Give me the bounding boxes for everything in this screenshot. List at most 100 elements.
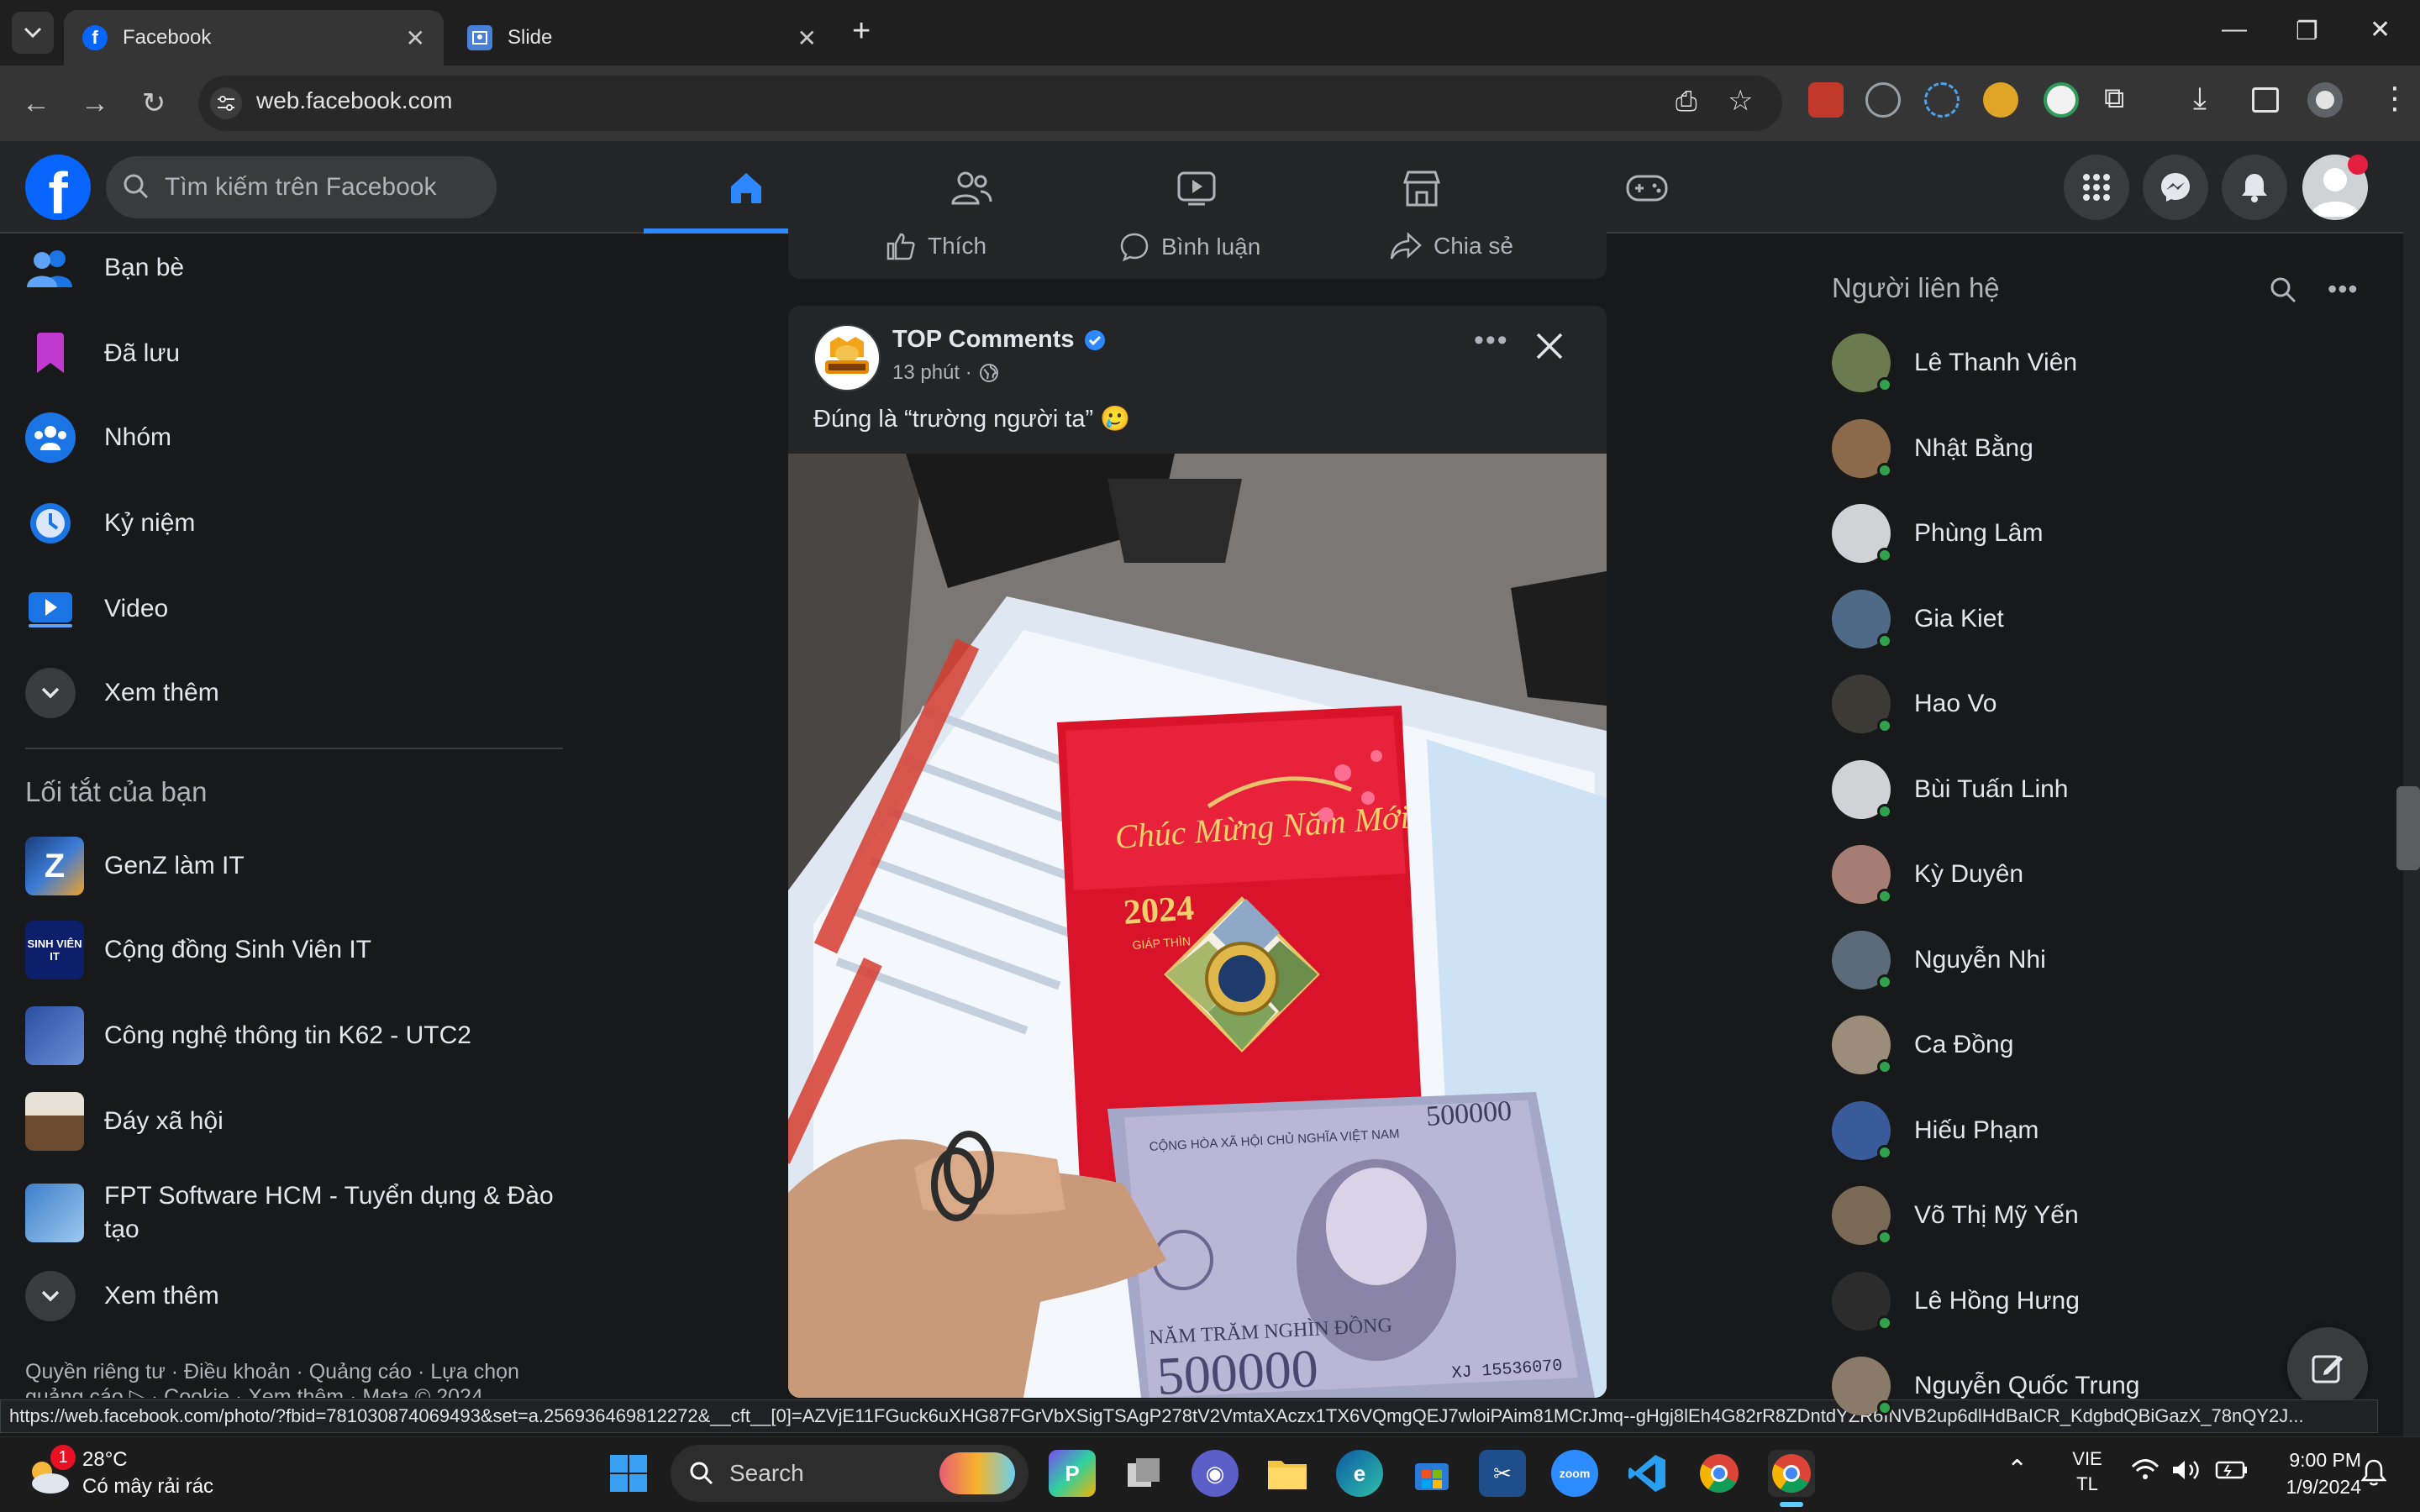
contact-item[interactable]: Hao Vo	[1832, 674, 1996, 734]
chevron-down-icon	[24, 27, 42, 39]
contacts-more-icon[interactable]: •••	[2328, 274, 2359, 305]
sidebar-item-video[interactable]: Video	[25, 580, 168, 638]
contact-item[interactable]: Nguyễn Nhi	[1832, 930, 2046, 990]
chrome-icon[interactable]	[1696, 1450, 1743, 1497]
nav-watch-icon[interactable]	[1173, 165, 1220, 212]
profile-avatar-icon[interactable]	[2307, 82, 2343, 118]
shortcut-item[interactable]: FPT Software HCM - Tuyển dụng & Đào tạo	[25, 1178, 558, 1248]
back-icon[interactable]: ←	[17, 84, 55, 123]
edge-icon[interactable]: e	[1336, 1450, 1383, 1497]
close-window-icon[interactable]: ✕	[2370, 15, 2391, 45]
sidebar-item-groups[interactable]: Nhóm	[25, 408, 171, 467]
snipping-tool-icon[interactable]: ✂	[1479, 1450, 1526, 1497]
comment-button[interactable]: Bình luận	[1119, 232, 1260, 262]
install-app-icon[interactable]: ⎙	[1676, 86, 1697, 118]
post-author[interactable]: TOP Comments	[892, 326, 1106, 354]
contact-item[interactable]: Kỳ Duyên	[1832, 844, 2023, 905]
tab-search-button[interactable]	[12, 12, 54, 54]
new-tab-button[interactable]: +	[852, 13, 871, 50]
bookmark-star-icon[interactable]: ☆	[1728, 84, 1753, 118]
post-text: Đúng là “trường người ta” 🥲	[813, 406, 1131, 433]
reload-icon[interactable]: ↻	[134, 84, 173, 123]
post-photo[interactable]: Chúc Mừng Năm Mới 2024 GIÁP THÌN CỘNG HÒ…	[788, 454, 1607, 1398]
contact-item[interactable]: Lê Thanh Viên	[1832, 333, 2077, 393]
nav-gaming-icon[interactable]	[1623, 165, 1670, 212]
footer-links[interactable]: Quyền riêng tư · Điều khoản · Quảng cáo …	[25, 1359, 563, 1398]
windows-start-icon[interactable]	[605, 1450, 652, 1497]
messenger-icon[interactable]	[2143, 155, 2208, 220]
contact-item[interactable]: Hiếu Phạm	[1832, 1100, 2039, 1161]
contact-item[interactable]: Võ Thị Mỹ Yến	[1832, 1185, 2079, 1246]
chrome-menu-icon[interactable]: ⋮	[2380, 81, 2410, 116]
shortcut-item[interactable]: Đáy xã hội	[25, 1092, 224, 1151]
minimize-icon[interactable]: —	[2222, 15, 2247, 44]
tray-overflow-icon[interactable]: ⌃	[2007, 1455, 2028, 1484]
side-panel-icon[interactable]	[2252, 87, 2279, 113]
nav-marketplace-icon[interactable]	[1398, 165, 1445, 212]
scrollbar-thumb[interactable]	[2396, 786, 2420, 870]
taskbar-search[interactable]: Search	[671, 1445, 1028, 1502]
contact-avatar	[1832, 675, 1892, 733]
video-icon	[25, 584, 76, 634]
sidebar-item-friends[interactable]: Bạn bè	[25, 239, 184, 297]
notification-center-icon[interactable]	[2360, 1458, 2387, 1491]
forward-icon[interactable]: →	[76, 84, 114, 123]
task-view-icon[interactable]	[1121, 1450, 1168, 1497]
contact-item[interactable]: Lê Hồng Hưng	[1832, 1271, 2080, 1331]
clock[interactable]: 9:00 PM 1/9/2024	[2260, 1446, 2361, 1500]
nav-home-icon[interactable]	[723, 165, 770, 212]
post-meta[interactable]: 13 phút ·	[892, 361, 999, 385]
tab-facebook[interactable]: f Facebook ✕	[64, 10, 444, 66]
vscode-icon[interactable]	[1623, 1450, 1670, 1497]
copilot-icon[interactable]: P	[1049, 1450, 1096, 1497]
volume-icon[interactable]	[2171, 1458, 2202, 1486]
compose-message-button[interactable]	[2287, 1327, 2368, 1408]
downloads-icon[interactable]: ⤓	[2193, 81, 2207, 117]
input-language[interactable]: VIE TL	[2062, 1446, 2112, 1497]
post-close-icon[interactable]	[1534, 331, 1565, 365]
contacts-search-icon[interactable]	[2269, 276, 2297, 304]
weather-widget[interactable]: 1 28°C Có mây rải rác	[17, 1441, 235, 1507]
close-icon[interactable]: ✕	[406, 24, 425, 52]
post-more-icon[interactable]: •••	[1474, 324, 1509, 357]
contact-item[interactable]: Phùng Lâm	[1832, 503, 2043, 564]
contact-avatar	[1832, 590, 1892, 648]
site-info-icon[interactable]	[210, 87, 242, 119]
shortcut-item[interactable]: Công nghệ thông tin K62 - UTC2	[25, 1006, 471, 1065]
wifi-icon[interactable]	[2131, 1458, 2160, 1488]
contact-item[interactable]: Bùi Tuấn Linh	[1832, 759, 2068, 820]
extensions-puzzle-icon[interactable]: ⧉	[2104, 82, 2124, 115]
extension-coin-icon[interactable]	[1983, 82, 2018, 118]
chrome-active-icon[interactable]	[1768, 1450, 1815, 1497]
meet-icon[interactable]: ◉	[1192, 1450, 1239, 1497]
extension-react-icon[interactable]	[1924, 82, 1960, 118]
contact-item[interactable]: Gia Kiet	[1832, 589, 2004, 649]
extension-red-icon[interactable]	[1808, 82, 1844, 118]
menu-grid-icon[interactable]	[2064, 155, 2129, 220]
tab-slide[interactable]: Slide ✕	[449, 10, 835, 66]
contact-item[interactable]: Ca Đồng	[1832, 1015, 2013, 1075]
nav-friends-icon[interactable]	[948, 165, 995, 212]
online-status-dot	[1877, 1230, 1892, 1245]
shortcut-item[interactable]: Z GenZ làm IT	[25, 837, 245, 895]
facebook-logo-icon[interactable]: f	[25, 155, 91, 220]
restore-icon[interactable]: ❐	[2296, 17, 2318, 46]
contact-item[interactable]: Nguyễn Quốc Trung	[1832, 1356, 2140, 1416]
like-button[interactable]: Thích	[886, 232, 986, 260]
notifications-bell-icon[interactable]	[2222, 155, 2287, 220]
shortcuts-see-more[interactable]: Xem thêm	[25, 1267, 219, 1326]
shortcut-item[interactable]: SINH VIÊN IT Cộng đồng Sinh Viên IT	[25, 921, 371, 979]
extension-download-icon[interactable]	[2044, 82, 2079, 118]
close-icon[interactable]: ✕	[797, 24, 817, 52]
store-icon[interactable]	[1408, 1450, 1455, 1497]
share-button[interactable]: Chia sẻ	[1390, 232, 1513, 260]
sidebar-item-memories[interactable]: Kỷ niệm	[25, 494, 195, 553]
contact-item[interactable]: Nhật Bằng	[1832, 418, 2033, 479]
file-explorer-icon[interactable]	[1264, 1450, 1311, 1497]
zoom-icon[interactable]: zoom	[1551, 1450, 1598, 1497]
sidebar-see-more[interactable]: Xem thêm	[25, 664, 219, 722]
battery-icon[interactable]	[2215, 1460, 2249, 1484]
page-avatar[interactable]	[813, 324, 881, 391]
sidebar-item-saved[interactable]: Đã lưu	[25, 324, 180, 383]
extension-compass-icon[interactable]	[1865, 82, 1901, 118]
